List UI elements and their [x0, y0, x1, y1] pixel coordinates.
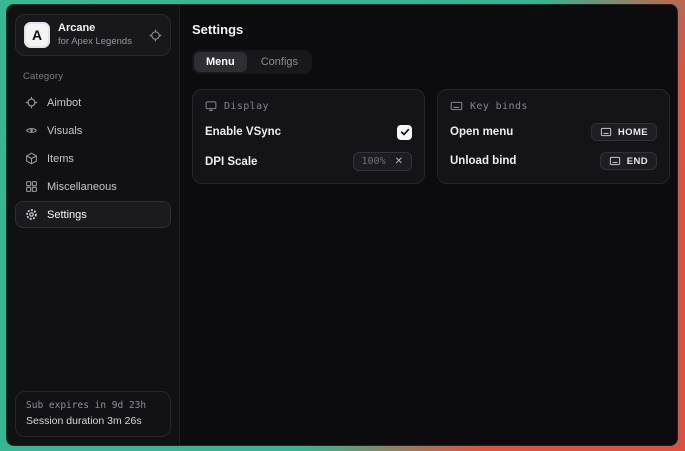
unload-bind-label: Unload bind: [450, 155, 516, 167]
dpi-scale-input[interactable]: 100% ✕: [353, 152, 412, 171]
eye-scan-icon: [25, 124, 38, 137]
sub-expiry-text: Sub expires in 9d 23h: [26, 400, 160, 411]
session-duration-text: Session duration 3m 26s: [26, 415, 160, 427]
tab-menu[interactable]: Menu: [194, 52, 247, 72]
cube-icon: [25, 152, 38, 165]
monitor-icon: [205, 100, 217, 112]
sidebar-item-visuals[interactable]: Visuals: [15, 117, 171, 144]
sidebar-item-items[interactable]: Items: [15, 145, 171, 172]
main-content: Settings Menu Configs Display: [180, 5, 678, 445]
category-label: Category: [23, 71, 163, 82]
open-menu-key: HOME: [618, 127, 648, 138]
keybinds-card-title: Key binds: [470, 101, 528, 112]
app-title: Arcane: [58, 22, 141, 36]
vsync-checkbox[interactable]: [397, 125, 412, 140]
keyboard-icon: [600, 127, 612, 137]
logo-text: Arcane for Apex Legends: [58, 22, 141, 48]
crosshair-icon: [25, 96, 38, 109]
keybinds-card-header: Key binds: [450, 100, 657, 112]
keybinds-card: Key binds Open menu HOME: [437, 89, 670, 184]
display-card-header: Display: [205, 100, 412, 112]
sidebar-item-aimbot[interactable]: Aimbot: [15, 89, 171, 116]
sidebar-item-settings[interactable]: Settings: [15, 201, 171, 228]
sidebar-nav: Aimbot Visuals Items: [15, 89, 171, 228]
clear-icon[interactable]: ✕: [395, 157, 403, 167]
open-menu-keybind[interactable]: HOME: [591, 123, 657, 141]
unload-bind-row: Unload bind END: [450, 152, 657, 170]
gear-icon: [25, 208, 38, 221]
display-card-title: Display: [224, 101, 269, 112]
vsync-label: Enable VSync: [205, 126, 281, 138]
keyboard-icon: [450, 100, 463, 112]
tab-bar: Menu Configs: [192, 50, 312, 74]
sidebar-item-label: Settings: [47, 209, 87, 221]
sidebar-item-label: Aimbot: [47, 97, 81, 109]
app-logo: A: [24, 22, 50, 48]
cards-row: Display Enable VSync DPI Scale 100% ✕: [192, 89, 670, 184]
vsync-row: Enable VSync: [205, 123, 412, 141]
sidebar-item-label: Items: [47, 153, 74, 165]
sidebar-item-label: Miscellaneous: [47, 181, 117, 193]
app-subtitle: for Apex Legends: [58, 36, 141, 48]
grid-icon: [25, 180, 38, 193]
scope-icon: [149, 29, 162, 42]
tab-configs[interactable]: Configs: [249, 52, 310, 72]
sidebar: A Arcane for Apex Legends Category: [7, 5, 180, 445]
dpi-label: DPI Scale: [205, 156, 257, 168]
keyboard-icon: [609, 156, 621, 166]
sidebar-item-label: Visuals: [47, 125, 82, 137]
app-window: A Arcane for Apex Legends Category: [6, 4, 678, 446]
unload-key: END: [627, 156, 648, 167]
open-menu-label: Open menu: [450, 126, 513, 138]
subscription-card: Sub expires in 9d 23h Session duration 3…: [15, 391, 171, 437]
sidebar-item-miscellaneous[interactable]: Miscellaneous: [15, 173, 171, 200]
unload-keybind[interactable]: END: [600, 152, 657, 170]
page-title: Settings: [192, 22, 670, 37]
display-card: Display Enable VSync DPI Scale 100% ✕: [192, 89, 425, 184]
dpi-value: 100%: [362, 156, 386, 167]
dpi-row: DPI Scale 100% ✕: [205, 152, 412, 171]
sidebar-spacer: [15, 228, 171, 391]
logo-card: A Arcane for Apex Legends: [15, 14, 171, 56]
open-menu-row: Open menu HOME: [450, 123, 657, 141]
